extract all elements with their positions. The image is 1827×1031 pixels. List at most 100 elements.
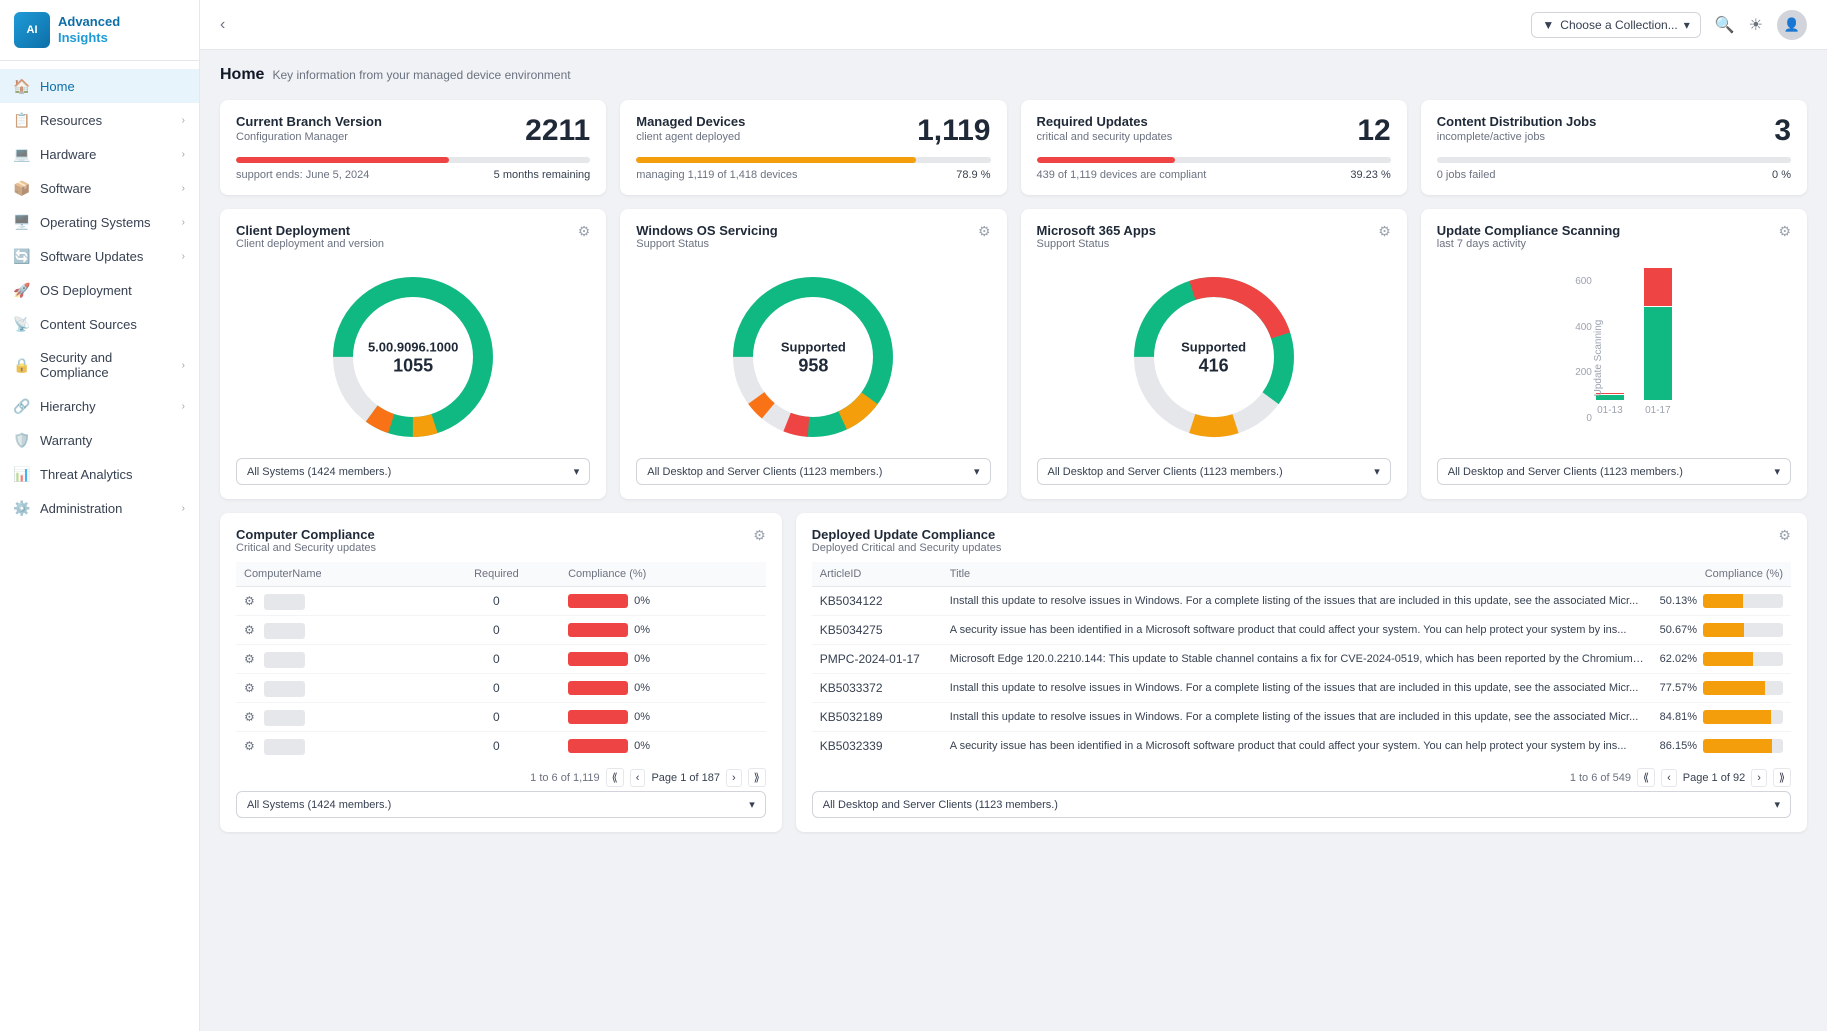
cc-required-2: 0 (433, 645, 560, 674)
settings-icon[interactable]: ☀ (1749, 15, 1763, 35)
sidebar-item-content-sources[interactable]: 📡 Content Sources (0, 307, 199, 341)
sidebar-item-resources[interactable]: 📋 Resources › (0, 103, 199, 137)
nav-chevron-administration: › (182, 503, 185, 514)
deployed-updates-settings[interactable]: ⚙ (1778, 527, 1791, 544)
pag-next[interactable]: › (726, 769, 742, 787)
donut-settings-microsoft-365[interactable]: ⚙ (1378, 223, 1391, 240)
deployed-updates-dropdown[interactable]: All Desktop and Server Clients (1123 mem… (812, 791, 1791, 818)
donut-header-windows-os-servicing: Windows OS Servicing Support Status ⚙ (636, 223, 990, 250)
sidebar-item-home[interactable]: 🏠 Home (0, 69, 199, 103)
cc-required-1: 0 (433, 616, 560, 645)
chart-x-label-0: 01-13 (1597, 405, 1623, 416)
donut-dropdown-client-deployment[interactable]: All Systems (1424 members.) ▾ (236, 458, 590, 485)
donut-settings-windows-os-servicing[interactable]: ⚙ (978, 223, 991, 240)
donut-svg-windows-os-servicing (723, 267, 903, 447)
collection-dropdown[interactable]: ▼ Choose a Collection... ▾ (1531, 12, 1700, 38)
computer-compliance-settings[interactable]: ⚙ (753, 527, 766, 544)
nav-icon-software: 📦 (14, 180, 30, 196)
donut-dropdown-windows-os-servicing[interactable]: All Desktop and Server Clients (1123 mem… (636, 458, 990, 485)
upd-pag-prev[interactable]: ‹ (1661, 769, 1677, 787)
dropdown-chevron-client-deployment: ▾ (574, 465, 580, 478)
compliance-pct-val-0: 0% (634, 595, 650, 607)
nav-chevron-security-compliance: › (182, 360, 185, 371)
pag-prev[interactable]: ‹ (630, 769, 646, 787)
nav-icon-hardware: 💻 (14, 146, 30, 162)
donut-settings-client-deployment[interactable]: ⚙ (578, 223, 591, 240)
donut-subtitle-microsoft-365: Support Status (1037, 238, 1156, 250)
sidebar-item-hierarchy[interactable]: 🔗 Hierarchy › (0, 389, 199, 423)
donut-titles-update-compliance-scanning: Update Compliance Scanning last 7 days a… (1437, 223, 1620, 250)
deployed-updates-header: Deployed Update Compliance Deployed Crit… (812, 527, 1791, 554)
donut-dropdown-update-compliance-scanning[interactable]: All Desktop and Server Clients (1123 mem… (1437, 458, 1791, 485)
sidebar-item-warranty[interactable]: 🛡️ Warranty (0, 423, 199, 457)
pag-first[interactable]: ⟪ (606, 768, 624, 787)
cc-required-3: 0 (433, 674, 560, 703)
nav-icon-os-deployment: 🚀 (14, 282, 30, 298)
col-computername: ComputerName (236, 562, 433, 587)
upd-bar-wrap-4 (1703, 710, 1783, 724)
user-avatar[interactable]: 👤 (1777, 10, 1807, 40)
comp-compliance-row: ⚙ 0 0% (236, 732, 766, 761)
sidebar-item-operating-systems[interactable]: 🖥️ Operating Systems › (0, 205, 199, 239)
upd-bar-wrap-0 (1703, 594, 1783, 608)
nav-icon-security-compliance: 🔒 (14, 357, 30, 373)
upd-pag-next[interactable]: › (1751, 769, 1767, 787)
upd-pag-first[interactable]: ⟪ (1637, 768, 1655, 787)
stat-card-top-required-updates: Required Updates critical and security u… (1037, 114, 1391, 151)
logo-icon: AI (14, 12, 50, 48)
sidebar-item-hardware[interactable]: 💻 Hardware › (0, 137, 199, 171)
cc-compliance-2: 0% (560, 645, 766, 674)
col-required: Required (433, 562, 560, 587)
donut-title-windows-os-servicing: Windows OS Servicing (636, 223, 777, 238)
upd-pag-last[interactable]: ⟫ (1773, 768, 1791, 787)
stat-card-number-content-jobs: 3 (1774, 114, 1791, 148)
nav-label-home: Home (40, 79, 75, 94)
dropdown-chevron-update-compliance-scanning: ▾ (1774, 465, 1780, 478)
col-title: Title (942, 562, 1652, 587)
donut-settings-update-compliance-scanning[interactable]: ⚙ (1778, 223, 1791, 240)
stat-progress-fill-current-branch (236, 157, 449, 163)
comp-compliance-dropdown[interactable]: All Systems (1424 members.) ▾ (236, 791, 766, 818)
nav-item-left-administration: ⚙️ Administration (14, 500, 122, 516)
deployed-updates-card: Deployed Update Compliance Deployed Crit… (796, 513, 1807, 832)
deployed-updates-title: Deployed Update Compliance (812, 527, 1002, 542)
stat-card-subtitle-current-branch: Configuration Manager (236, 131, 382, 143)
chart-x-label-1: 01-17 (1645, 405, 1671, 416)
deployed-updates-table: ArticleID Title Compliance (%) KB5034122… (812, 562, 1791, 760)
dropdown-chevron: ▾ (749, 798, 755, 811)
sidebar: AI Advanced Insights 🏠 Home 📋 Resources … (0, 0, 200, 1031)
stat-card-sub-row-content-jobs: 0 jobs failed 0 % (1437, 169, 1791, 181)
sidebar-item-os-deployment[interactable]: 🚀 OS Deployment (0, 273, 199, 307)
search-icon[interactable]: 🔍 (1715, 15, 1735, 35)
sidebar-item-software-updates[interactable]: 🔄 Software Updates › (0, 239, 199, 273)
upd-pct-wrap-5: 86.15% (1660, 739, 1783, 753)
bars-container: 01-13 01-17 (1596, 276, 1672, 416)
compliance-bar-fill-5 (568, 739, 628, 753)
upd-id-3: KB5033372 (812, 674, 942, 703)
back-button[interactable]: ‹ (220, 16, 225, 34)
nav-chevron-hardware: › (182, 149, 185, 160)
stat-progress-wrap-content-jobs (1437, 157, 1791, 163)
sidebar-item-administration[interactable]: ⚙️ Administration › (0, 491, 199, 525)
sidebar-item-software[interactable]: 📦 Software › (0, 171, 199, 205)
nav-item-left-home: 🏠 Home (14, 78, 75, 94)
upd-id-2: PMPC-2024-01-17 (812, 645, 942, 674)
stat-card-top-managed-devices: Managed Devices client agent deployed 1,… (636, 114, 990, 151)
nav-item-left-hierarchy: 🔗 Hierarchy (14, 398, 96, 414)
stat-cards-row: Current Branch Version Configuration Man… (220, 100, 1807, 195)
donut-subtitle-client-deployment: Client deployment and version (236, 238, 384, 250)
pag-last[interactable]: ⟫ (748, 768, 766, 787)
donut-dropdown-microsoft-365[interactable]: All Desktop and Server Clients (1123 mem… (1037, 458, 1391, 485)
nav-icon-hierarchy: 🔗 (14, 398, 30, 414)
cc-required-5: 0 (433, 732, 560, 761)
sidebar-item-threat-analytics[interactable]: 📊 Threat Analytics (0, 457, 199, 491)
upd-title-0: Install this update to resolve issues in… (942, 587, 1652, 616)
nav-label-operating-systems: Operating Systems (40, 215, 151, 230)
logo-text: Advanced Insights (58, 14, 120, 45)
stat-label-managed-devices: managing 1,119 of 1,418 devices (636, 169, 797, 181)
cc-name-val-2 (264, 652, 304, 668)
sidebar-item-security-compliance[interactable]: 🔒 Security and Compliance › (0, 341, 199, 389)
nav-item-left-hardware: 💻 Hardware (14, 146, 96, 162)
donut-title-microsoft-365: Microsoft 365 Apps (1037, 223, 1156, 238)
computer-compliance-card: Computer Compliance Critical and Securit… (220, 513, 782, 832)
